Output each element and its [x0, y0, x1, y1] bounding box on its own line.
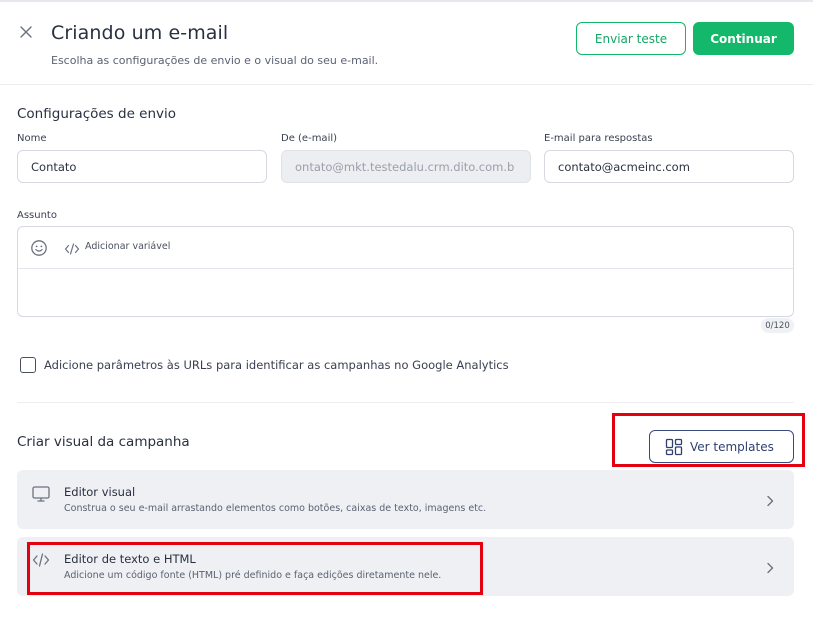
- section-divider: [17, 402, 794, 403]
- view-templates-label: Ver templates: [690, 440, 774, 454]
- view-templates-button[interactable]: Ver templates: [649, 430, 794, 463]
- subject-char-counter: 0/120: [761, 318, 794, 333]
- reply-to-label: E-mail para respostas: [544, 133, 653, 144]
- grid-icon: [665, 438, 683, 456]
- page-subtitle: Escolha as configurações de envio e o vi…: [51, 54, 379, 67]
- top-border: [0, 0, 813, 2]
- code-icon: [31, 550, 51, 570]
- editor-visual-name: Editor visual: [64, 485, 136, 499]
- subject-label: Assunto: [17, 210, 57, 221]
- from-email-input: ontato@mkt.testedalu.crm.dito.com.b: [281, 150, 531, 183]
- subject-input[interactable]: [18, 270, 793, 316]
- name-label: Nome: [17, 133, 47, 144]
- editor-visual-description: Construa o seu e-mail arrastando element…: [64, 503, 487, 514]
- add-variable-button[interactable]: Adicionar variável: [85, 241, 170, 252]
- editor-html-card[interactable]: Editor de texto e HTML Adicione um códig…: [17, 537, 794, 596]
- editor-html-description: Adicione um código fonte (HTML) pré defi…: [64, 570, 442, 581]
- close-icon[interactable]: [16, 22, 36, 42]
- analytics-checkbox[interactable]: [20, 357, 36, 373]
- emoji-icon[interactable]: [30, 239, 48, 257]
- editor-html-name: Editor de texto e HTML: [64, 552, 196, 566]
- code-icon: [64, 241, 80, 255]
- continue-button[interactable]: Continuar: [693, 22, 794, 55]
- send-test-button[interactable]: Enviar teste: [576, 22, 686, 55]
- send-config-title: Configurações de envio: [17, 106, 177, 122]
- chevron-right-icon: [764, 560, 776, 574]
- chevron-right-icon: [764, 493, 776, 507]
- name-input[interactable]: Contato: [17, 150, 267, 183]
- from-email-label: De (e-mail): [281, 133, 338, 144]
- header-divider: [0, 84, 813, 85]
- analytics-checkbox-label[interactable]: Adicione parâmetros às URLs para identif…: [44, 358, 509, 372]
- subject-editor: Adicionar variável: [17, 226, 794, 317]
- editor-visual-card[interactable]: Editor visual Construa o seu e-mail arra…: [17, 470, 794, 529]
- page-title: Criando um e-mail: [51, 22, 229, 44]
- reply-to-input[interactable]: contato@acmeinc.com: [544, 150, 794, 183]
- visual-section-title: Criar visual da campanha: [17, 434, 190, 450]
- subject-toolbar: Adicionar variável: [18, 227, 793, 269]
- monitor-icon: [31, 484, 51, 504]
